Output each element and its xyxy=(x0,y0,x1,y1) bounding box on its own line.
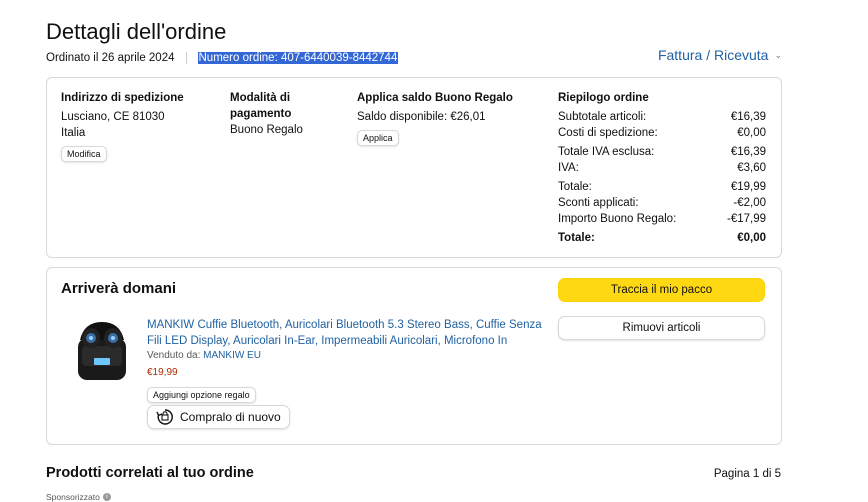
sold-by-label: Venduto da: xyxy=(147,350,201,361)
shipping-address-section: Indirizzo di spedizione Lusciano, CE 810… xyxy=(61,90,221,162)
delivery-status: Arriverà domani xyxy=(61,280,177,297)
divider xyxy=(185,52,187,64)
summary-row: Totale: €19,99 xyxy=(558,179,766,195)
summary-label: Subtotale articoli: xyxy=(558,111,647,123)
summary-value: €19,99 xyxy=(730,181,766,193)
sponsored-label: Sponsorizzato i xyxy=(46,492,111,502)
payment-method: Buono Regalo xyxy=(230,124,303,136)
summary-label: IVA: xyxy=(558,162,579,174)
buy-again-icon xyxy=(156,409,173,425)
summary-value: -€17,99 xyxy=(726,213,766,225)
sponsored-text: Sponsorizzato xyxy=(46,492,100,502)
payment-section: Modalità di pagamento Buono Regalo xyxy=(230,90,340,138)
summary-row: Sconti applicati: -€2,00 xyxy=(558,195,766,211)
summary-label: Importo Buono Regalo: xyxy=(558,213,677,225)
payment-heading-2: pagamento xyxy=(230,108,292,120)
giftcard-section: Applica saldo Buono Regalo Saldo disponi… xyxy=(357,90,537,146)
summary-value: €16,39 xyxy=(730,146,766,158)
order-date: Ordinato il 26 aprile 2024 xyxy=(46,52,175,64)
invoice-link[interactable]: Fattura / Ricevuta xyxy=(658,47,769,63)
invoice-dropdown[interactable]: Fattura / Ricevuta ⌄ xyxy=(658,47,782,63)
add-gift-option-button[interactable]: Aggiungi opzione regalo xyxy=(147,387,256,403)
summary-row: Costi di spedizione: €0,00 xyxy=(558,125,766,141)
buy-again-label: Compralo di nuovo xyxy=(180,410,281,424)
product-title-link[interactable]: MANKIW Cuffie Bluetooth, Auricolari Blue… xyxy=(147,317,542,349)
apply-giftcard-button[interactable]: Applica xyxy=(357,130,399,146)
summary-row: IVA: €3,60 xyxy=(558,160,766,176)
product-image[interactable] xyxy=(74,316,130,384)
giftcard-balance: Saldo disponibile: €26,01 xyxy=(357,111,486,123)
shipping-line2: Italia xyxy=(61,127,86,139)
product-price: €19,99 xyxy=(147,367,178,378)
giftcard-heading: Applica saldo Buono Regalo xyxy=(357,92,513,104)
pagination-label: Pagina 1 di 5 xyxy=(713,468,781,480)
shipping-line1: Lusciano, CE 81030 xyxy=(61,111,165,123)
remove-items-button[interactable]: Rimuovi articoli xyxy=(558,316,765,340)
payment-heading-1: Modalità di xyxy=(230,92,291,104)
page-title: Dettagli dell'ordine xyxy=(46,19,227,44)
order-summary: Riepilogo ordine Subtotale articoli: €16… xyxy=(558,90,766,246)
summary-row: Totale IVA esclusa: €16,39 xyxy=(558,144,766,160)
track-package-button[interactable]: Traccia il mio pacco xyxy=(558,278,765,302)
summary-value: €0,00 xyxy=(737,127,766,139)
edit-address-button[interactable]: Modifica xyxy=(61,146,107,162)
summary-value: €0,00 xyxy=(737,232,766,244)
summary-row: Subtotale articoli: €16,39 xyxy=(558,109,766,125)
summary-label: Totale: xyxy=(558,232,595,244)
earbuds-image xyxy=(78,322,126,380)
order-details-box: Indirizzo di spedizione Lusciano, CE 810… xyxy=(46,77,782,258)
summary-total-row: Totale: €0,00 xyxy=(558,230,766,246)
order-meta: Ordinato il 26 aprile 2024 Numero ordine… xyxy=(46,52,399,64)
summary-value: -€2,00 xyxy=(733,197,766,209)
related-products-heading: Prodotti correlati al tuo ordine xyxy=(46,465,254,481)
seller-link[interactable]: MANKIW EU xyxy=(203,350,261,361)
summary-label: Totale: xyxy=(558,181,592,193)
summary-heading: Riepilogo ordine xyxy=(558,92,649,104)
summary-label: Sconti applicati: xyxy=(558,197,639,209)
buy-again-button[interactable]: Compralo di nuovo xyxy=(147,405,290,429)
summary-label: Costi di spedizione: xyxy=(558,127,658,139)
summary-label: Totale IVA esclusa: xyxy=(558,146,655,158)
summary-value: €16,39 xyxy=(730,111,766,123)
chevron-down-icon: ⌄ xyxy=(774,49,782,60)
order-number[interactable]: Numero ordine: 407-6440039-8442744 xyxy=(197,52,399,64)
shipping-heading: Indirizzo di spedizione xyxy=(61,92,184,104)
seller-line: Venduto da: MANKIW EU xyxy=(147,350,261,361)
summary-row: Importo Buono Regalo: -€17,99 xyxy=(558,211,766,227)
summary-value: €3,60 xyxy=(737,162,766,174)
